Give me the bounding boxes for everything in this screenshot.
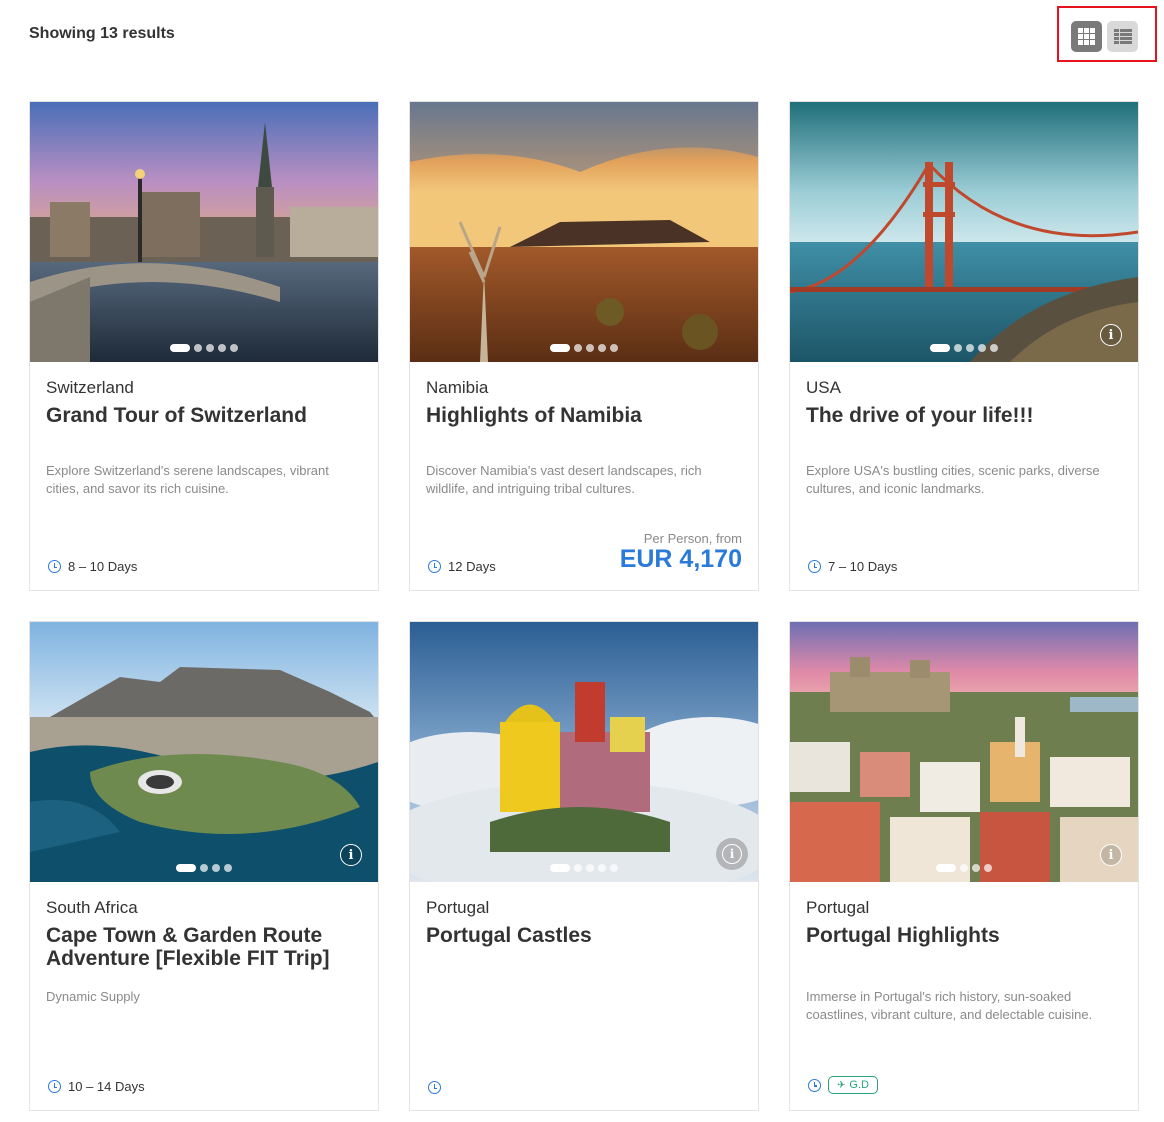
card-title[interactable]: Highlights of Namibia: [426, 404, 746, 427]
info-icon[interactable]: i: [340, 844, 362, 866]
info-icon[interactable]: i: [716, 838, 748, 870]
carousel-dots[interactable]: [936, 864, 992, 872]
card-title[interactable]: Portugal Castles: [426, 924, 746, 947]
card-description: Immerse in Portugal's rich history, sun-…: [806, 989, 1093, 1022]
tour-image[interactable]: i: [410, 622, 758, 882]
duration: 7 – 10 Days: [808, 559, 897, 574]
results-count: Showing 13 results: [29, 25, 175, 42]
duration: 10 – 14 Days: [48, 1079, 145, 1094]
card-description: Dynamic Supply: [46, 989, 140, 1004]
gd-badge-text: G.D: [849, 1079, 869, 1091]
card-country: USA: [806, 378, 841, 397]
card-description: Explore Switzerland's serene landscapes,…: [46, 463, 329, 496]
duration: ✈ G.D: [808, 1076, 878, 1094]
card-description: Explore USA's bustling cities, scenic pa…: [806, 463, 1100, 496]
carousel-dots[interactable]: [176, 864, 232, 872]
card-country: Namibia: [426, 378, 489, 397]
duration: 12 Days: [428, 559, 496, 574]
price-value: EUR 4,170: [619, 545, 742, 573]
duration-text: 10 – 14 Days: [68, 1079, 145, 1094]
duration-text: 8 – 10 Days: [68, 559, 138, 574]
view-toggle: [1057, 6, 1157, 62]
tour-image[interactable]: i: [790, 622, 1138, 882]
card-title[interactable]: Cape Town & Garden Route Adventure [Flex…: [46, 924, 366, 970]
clock-icon: [48, 1080, 61, 1093]
price-block: Per Person, from EUR 4,170: [620, 531, 742, 572]
list-view-button[interactable]: [1107, 21, 1138, 52]
card-description: Discover Namibia's vast desert landscape…: [426, 463, 702, 496]
carousel-dots[interactable]: [170, 344, 238, 352]
card-title[interactable]: Grand Tour of Switzerland: [46, 404, 366, 427]
clock-icon: [808, 560, 821, 573]
duration: 8 – 10 Days: [48, 559, 137, 574]
tour-image[interactable]: i: [790, 102, 1138, 362]
card-title[interactable]: Portugal Highlights: [806, 924, 1126, 947]
grid-icon: [1078, 28, 1095, 45]
carousel-dots[interactable]: [550, 864, 618, 872]
grid-view-button[interactable]: [1071, 21, 1102, 52]
card-title[interactable]: The drive of your life!!!: [806, 404, 1126, 427]
clock-icon: [808, 1078, 821, 1092]
carousel-dots[interactable]: [930, 344, 998, 352]
tour-card[interactable]: i Portugal Portugal Castles: [409, 621, 759, 1111]
card-country: Switzerland: [46, 378, 134, 397]
card-country: Portugal: [806, 898, 870, 917]
info-icon[interactable]: i: [1100, 324, 1122, 346]
gd-badge: ✈ G.D: [828, 1076, 878, 1094]
tour-card[interactable]: i Portugal Portugal Highlights Immerse i…: [789, 621, 1139, 1111]
duration-text: 12 Days: [448, 559, 496, 574]
clock-icon: [48, 560, 61, 573]
list-icon: [1113, 29, 1132, 44]
info-icon[interactable]: i: [1100, 844, 1122, 866]
tour-card[interactable]: i USA The drive of your life!!! Explore …: [789, 101, 1139, 591]
duration: [428, 1081, 441, 1094]
clock-icon: [428, 560, 441, 573]
tour-card[interactable]: Namibia Highlights of Namibia Discover N…: [409, 101, 759, 591]
card-country: South Africa: [46, 898, 138, 917]
tour-image[interactable]: [30, 102, 378, 362]
tour-image[interactable]: i: [30, 622, 378, 882]
price-label: Per Person, from: [643, 531, 742, 546]
clock-icon: [428, 1081, 441, 1094]
plane-icon: ✈: [837, 1079, 846, 1091]
duration-text: 7 – 10 Days: [828, 559, 898, 574]
tour-card[interactable]: Switzerland Grand Tour of Switzerland Ex…: [29, 101, 379, 591]
tour-image[interactable]: [410, 102, 758, 362]
tour-card[interactable]: i South Africa Cape Town & Garden Route …: [29, 621, 379, 1111]
carousel-dots[interactable]: [550, 344, 618, 352]
card-country: Portugal: [426, 898, 490, 917]
